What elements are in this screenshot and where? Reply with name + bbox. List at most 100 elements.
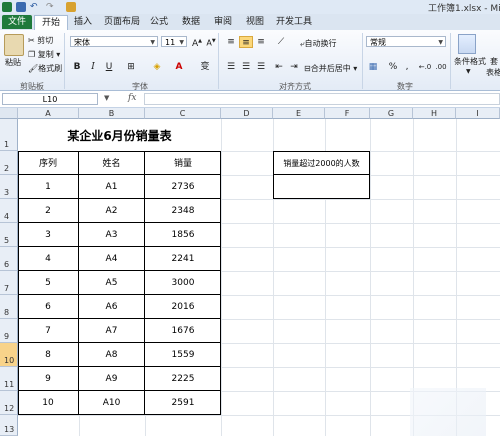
table-cell[interactable]: 3 bbox=[18, 223, 79, 247]
font-size-select[interactable]: 11 ▼ bbox=[161, 36, 187, 47]
table-format-button[interactable]: 套 bbox=[490, 56, 498, 67]
table-cell[interactable]: 4 bbox=[18, 247, 79, 271]
tab-view[interactable]: 视图 bbox=[244, 15, 266, 29]
table-cell[interactable]: 9 bbox=[18, 367, 79, 391]
tab-data[interactable]: 数据 bbox=[180, 15, 202, 29]
excel-app-icon[interactable] bbox=[2, 2, 12, 12]
table-cell[interactable]: 2591 bbox=[145, 391, 221, 415]
table-cell[interactable]: A1 bbox=[79, 175, 145, 199]
table-cell[interactable]: 5 bbox=[18, 271, 79, 295]
undo-icon[interactable]: ↶ bbox=[30, 2, 40, 12]
table-cell[interactable]: A3 bbox=[79, 223, 145, 247]
bold-button[interactable]: B bbox=[70, 61, 84, 73]
tab-page-layout[interactable]: 页面布局 bbox=[102, 15, 142, 29]
tab-formulas[interactable]: 公式 bbox=[148, 15, 170, 29]
align-right-icon[interactable]: ☰ bbox=[254, 61, 268, 73]
tab-developer[interactable]: 开发工具 bbox=[274, 15, 314, 29]
column-header[interactable]: C bbox=[145, 108, 221, 119]
row-header[interactable]: 9 bbox=[0, 319, 18, 343]
column-header[interactable]: D bbox=[221, 108, 273, 119]
percent-button[interactable]: % bbox=[386, 61, 400, 73]
table-cell[interactable]: 2016 bbox=[145, 295, 221, 319]
shrink-font-button[interactable]: A▼ bbox=[204, 35, 218, 48]
column-header[interactable]: G bbox=[370, 108, 413, 119]
table-cell[interactable]: A2 bbox=[79, 199, 145, 223]
table-cell[interactable]: 10 bbox=[18, 391, 79, 415]
row-header[interactable]: 8 bbox=[0, 295, 18, 319]
paste-icon[interactable] bbox=[4, 34, 24, 56]
row-header[interactable]: 13 bbox=[0, 415, 18, 436]
table-cell[interactable]: A5 bbox=[79, 271, 145, 295]
save-icon[interactable] bbox=[16, 2, 26, 12]
row-header[interactable]: 11 bbox=[0, 367, 18, 391]
number-format-select[interactable]: 常规 ▼ bbox=[366, 36, 446, 47]
row-header[interactable]: 2 bbox=[0, 151, 18, 175]
tab-file[interactable]: 文件 bbox=[2, 15, 32, 29]
align-middle-icon[interactable]: ≡ bbox=[239, 36, 253, 48]
row-header[interactable]: 5 bbox=[0, 223, 18, 247]
spreadsheet-grid[interactable]: A B C D E F G H I 1 2 3 4 5 6 7 8 9 10 1… bbox=[0, 108, 500, 436]
side-value-cell[interactable] bbox=[273, 174, 370, 199]
row-header[interactable]: 4 bbox=[0, 199, 18, 223]
table-cell[interactable]: 2225 bbox=[145, 367, 221, 391]
table-cell[interactable]: 3000 bbox=[145, 271, 221, 295]
side-label-cell[interactable]: 销量超过2000的人数 bbox=[273, 151, 370, 175]
row-header[interactable]: 6 bbox=[0, 247, 18, 271]
row-header[interactable]: 7 bbox=[0, 271, 18, 295]
name-box[interactable]: L10 bbox=[2, 93, 98, 105]
grow-font-button[interactable]: A▲ bbox=[190, 35, 204, 49]
italic-button[interactable]: I bbox=[86, 61, 100, 73]
row-header[interactable]: 1 bbox=[0, 119, 18, 151]
sheet-title[interactable]: 某企业6月份销量表 bbox=[18, 119, 221, 151]
table-cell[interactable]: 2241 bbox=[145, 247, 221, 271]
cut-button[interactable]: ✂ 剪切 bbox=[28, 35, 53, 46]
merge-center-button[interactable]: ⊟合并后居中 ▾ bbox=[304, 63, 357, 74]
column-header[interactable]: A bbox=[18, 108, 79, 119]
table-cell[interactable]: A6 bbox=[79, 295, 145, 319]
redo-icon[interactable]: ↷ bbox=[46, 2, 56, 12]
tab-home[interactable]: 开始 bbox=[34, 15, 68, 30]
row-header[interactable]: 3 bbox=[0, 175, 18, 199]
align-bottom-icon[interactable]: ≡ bbox=[254, 36, 268, 48]
underline-button[interactable]: U bbox=[102, 61, 116, 73]
column-header[interactable]: E bbox=[273, 108, 325, 119]
paste-button[interactable]: 粘贴 bbox=[5, 57, 21, 68]
table-header-cell[interactable]: 序列 bbox=[18, 151, 79, 175]
name-box-dropdown-icon[interactable]: ▼ bbox=[104, 94, 109, 102]
table-cell[interactable]: 7 bbox=[18, 319, 79, 343]
table-cell[interactable]: 2348 bbox=[145, 199, 221, 223]
conditional-format-icon[interactable] bbox=[458, 34, 476, 54]
select-all-corner[interactable] bbox=[0, 108, 18, 119]
wrap-text-button[interactable]: ⤶自动换行 bbox=[300, 38, 336, 49]
table-cell[interactable]: A7 bbox=[79, 319, 145, 343]
font-color-icon[interactable]: A bbox=[172, 61, 186, 73]
table-cell[interactable]: A10 bbox=[79, 391, 145, 415]
copy-button[interactable]: ❐ 复制 ▾ bbox=[28, 49, 60, 60]
formula-input[interactable] bbox=[144, 93, 500, 105]
column-header[interactable]: I bbox=[456, 108, 500, 119]
table-header-cell[interactable]: 销量 bbox=[145, 151, 221, 175]
table-cell[interactable]: 1856 bbox=[145, 223, 221, 247]
decrease-decimal-icon[interactable]: .00 bbox=[434, 61, 448, 73]
table-cell[interactable]: 2 bbox=[18, 199, 79, 223]
currency-icon[interactable]: ▦ bbox=[366, 61, 380, 73]
borders-icon[interactable]: ⊞ bbox=[124, 61, 138, 73]
table-cell[interactable]: A4 bbox=[79, 247, 145, 271]
tab-review[interactable]: 审阅 bbox=[212, 15, 234, 29]
row-header-selected[interactable]: 10 bbox=[0, 343, 18, 367]
table-cell[interactable]: 1676 bbox=[145, 319, 221, 343]
row-header[interactable]: 12 bbox=[0, 391, 18, 415]
table-cell[interactable]: 6 bbox=[18, 295, 79, 319]
table-header-cell[interactable]: 姓名 bbox=[79, 151, 145, 175]
table-cell[interactable]: A9 bbox=[79, 367, 145, 391]
comma-button[interactable]: , bbox=[400, 61, 414, 73]
table-cell[interactable]: 1 bbox=[18, 175, 79, 199]
align-top-icon[interactable]: ≡ bbox=[224, 36, 238, 48]
increase-indent-icon[interactable]: ⇥ bbox=[287, 61, 301, 73]
format-painter-button[interactable]: 🖌格式刷 bbox=[28, 63, 62, 74]
column-header[interactable]: F bbox=[325, 108, 370, 119]
decrease-indent-icon[interactable]: ⇤ bbox=[272, 61, 286, 73]
column-header[interactable]: H bbox=[413, 108, 456, 119]
table-cell[interactable]: 1559 bbox=[145, 343, 221, 367]
table-cell[interactable]: 8 bbox=[18, 343, 79, 367]
